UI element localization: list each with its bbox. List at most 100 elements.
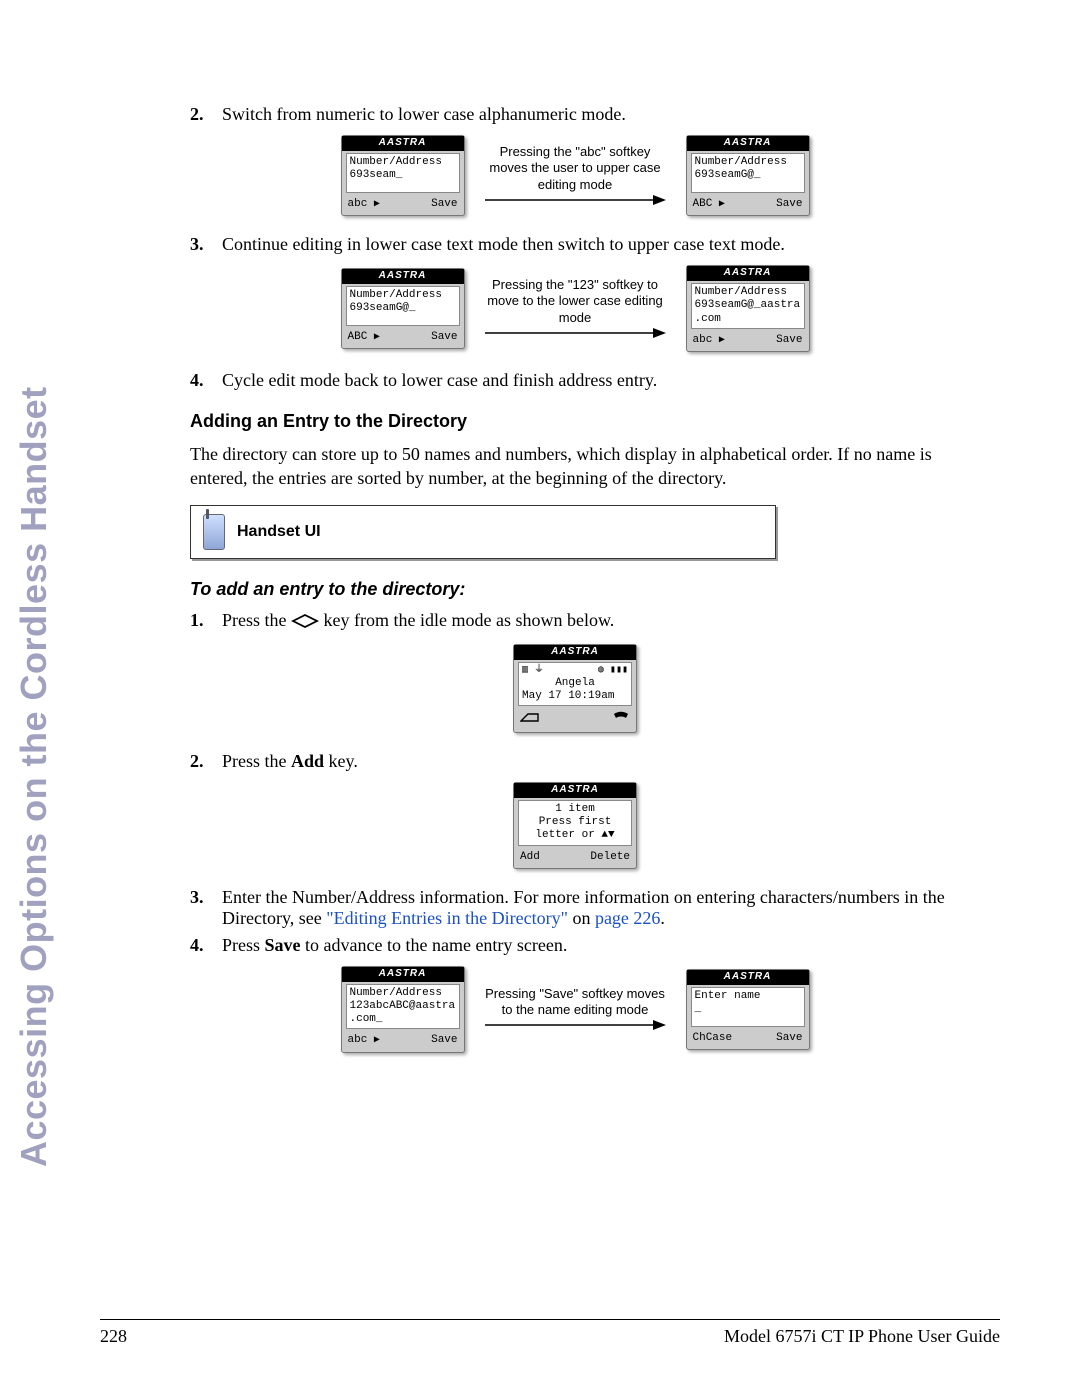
figure-caption: Pressing the "abc" softkey moves the use… [483,144,668,193]
step-number: 4. [190,370,222,391]
softkey-row [514,708,636,732]
lcd-line: _ [695,1003,801,1016]
lcd-screen: Number/Address 693seamG@_ [346,286,460,326]
handset-ui-callout: Handset UI [190,505,776,559]
lcd-line: 693seamG@_ [350,302,456,315]
lcd-line: 693seamG@_aastra [695,299,801,312]
softkey-left[interactable]: ChCase [693,1032,733,1045]
step-3: 3. Continue editing in lower case text m… [190,234,960,255]
xref-link[interactable]: "Editing Entries in the Directory" [326,908,568,928]
caption-arrow: Pressing "Save" softkey moves to the nam… [483,986,668,1033]
figure-bstep2: AASTRA 1 item Press first letter or ▲▼ A… [190,782,960,869]
paragraph: The directory can store up to 50 names a… [190,442,960,491]
softkey-left[interactable]: Add [520,851,540,864]
callout-label: Handset UI [237,523,321,541]
brand-bar: AASTRA [687,136,809,151]
heading-adding-entry: Adding an Entry to the Directory [190,411,960,432]
phone-screen-right: AASTRA Enter name _ ChCase Save [686,969,810,1050]
lcd-line: Number/Address [350,289,456,302]
step-number: 1. [190,610,222,634]
lcd-line: 693seam_ [350,169,456,182]
lcd-screen: 1 item Press first letter or ▲▼ [518,800,632,846]
step-text: Press the Add key. [222,751,960,772]
phone-screen-idle: AASTRA ▥ ⏚ ◍ ▮▮▮ Angela May 17 10:19am [513,644,637,734]
lcd-line: May 17 10:19am [522,690,628,703]
lcd-line: .com [695,313,801,326]
signal-icon: ◍ ▮▮▮ [598,665,628,677]
softkey-right[interactable]: Save [776,198,802,211]
softkey-right[interactable]: Save [431,1034,457,1047]
page-link[interactable]: page 226 [595,908,660,928]
caption-arrow: Pressing the "abc" softkey moves the use… [483,144,668,207]
lcd-line: Press first [522,816,628,829]
softkey-right[interactable]: Save [776,1032,802,1045]
lcd-line: Enter name [695,990,801,1003]
lcd-line: Number/Address [695,156,801,169]
step-number: 4. [190,935,222,956]
softkey-row: ABC ▶ Save [687,195,809,215]
lcd-screen: Enter name _ [691,987,805,1027]
softkey-row: ABC ▶ Save [342,328,464,348]
softkey-left[interactable]: ABC ▶ [693,198,725,211]
step-number: 3. [190,234,222,255]
softkey-left[interactable]: ABC ▶ [348,331,380,344]
figure-caption: Pressing "Save" softkey moves to the nam… [483,986,668,1019]
arrow-icon [483,326,668,340]
step-text: Press the key from the idle mode as show… [222,610,960,634]
step-text: Press Save to advance to the name entry … [222,935,960,956]
lcd-screen: Number/Address 123abcABC@aastra .com_ [346,984,460,1030]
status-icons-row: ▥ ⏚ ◍ ▮▮▮ [522,665,628,677]
phone-screen-left: AASTRA Number/Address 693seamG@_ ABC ▶ S… [341,268,465,349]
step-number: 2. [190,104,222,125]
softkey-right[interactable]: Save [431,198,457,211]
brand-bar: AASTRA [514,645,636,660]
softkey-row: Add Delete [514,848,636,868]
softkey-right[interactable]: Save [776,334,802,347]
lcd-line: 693seamG@_ [695,169,801,182]
softkey-directory-icon[interactable] [520,711,540,728]
b-step-4: 4. Press Save to advance to the name ent… [190,935,960,956]
lcd-line: Number/Address [350,987,456,1000]
brand-bar: AASTRA [342,967,464,982]
brand-bar: AASTRA [342,136,464,151]
figure-bstep1: AASTRA ▥ ⏚ ◍ ▮▮▮ Angela May 17 10:19am [190,644,960,734]
lcd-screen: ▥ ⏚ ◍ ▮▮▮ Angela May 17 10:19am [518,662,632,706]
lcd-line: 1 item [522,803,628,816]
step-text: Continue editing in lower case text mode… [222,234,960,255]
heading-to-add-entry: To add an entry to the directory: [190,579,960,600]
b-step-1: 1. Press the key from the idle mode as s… [190,610,960,634]
phone-screen-left: AASTRA Number/Address 693seam_ abc ▶ Sav… [341,135,465,216]
lcd-screen: Number/Address 693seamG@_aastra .com [691,283,805,329]
lcd-line: Number/Address [350,156,456,169]
step-text: Enter the Number/Address information. Fo… [222,887,960,929]
softkey-left[interactable]: abc ▶ [693,334,725,347]
brand-bar: AASTRA [687,266,809,281]
figure-step2: AASTRA Number/Address 693seam_ abc ▶ Sav… [190,135,960,216]
menu-key-icon [291,613,319,634]
brand-bar: AASTRA [514,783,636,798]
play-icon: ▶ [374,199,380,210]
softkey-row: abc ▶ Save [342,1031,464,1051]
lcd-screen: Number/Address 693seamG@_ [691,153,805,193]
side-title: Accessing Options on the Cordless Handse… [13,386,55,1167]
arrow-icon [483,193,668,207]
softkey-left[interactable]: abc ▶ [348,1034,380,1047]
softkey-left[interactable]: abc ▶ [348,198,380,211]
phone-screen-right: AASTRA Number/Address 693seamG@_aastra .… [686,265,810,352]
lcd-screen: Number/Address 693seam_ [346,153,460,193]
main-content: 2. Switch from numeric to lower case alp… [190,104,960,1053]
b-step-2: 2. Press the Add key. [190,751,960,772]
softkey-right[interactable]: Delete [590,851,630,864]
softkey-phone-icon[interactable] [612,711,630,728]
step-4: 4. Cycle edit mode back to lower case an… [190,370,960,391]
phone-screen-left: AASTRA Number/Address 123abcABC@aastra .… [341,966,465,1053]
softkey-right[interactable]: Save [431,331,457,344]
guide-title: Model 6757i CT IP Phone User Guide [724,1326,1000,1347]
lcd-line: 123abcABC@aastra [350,1000,456,1013]
play-icon: ▶ [374,1035,380,1046]
play-icon: ▶ [719,335,725,346]
b-step-3: 3. Enter the Number/Address information.… [190,887,960,929]
page: Accessing Options on the Cordless Handse… [0,0,1080,1397]
battery-icon: ▥ ⏚ [522,665,544,677]
phone-screen-add: AASTRA 1 item Press first letter or ▲▼ A… [513,782,637,869]
